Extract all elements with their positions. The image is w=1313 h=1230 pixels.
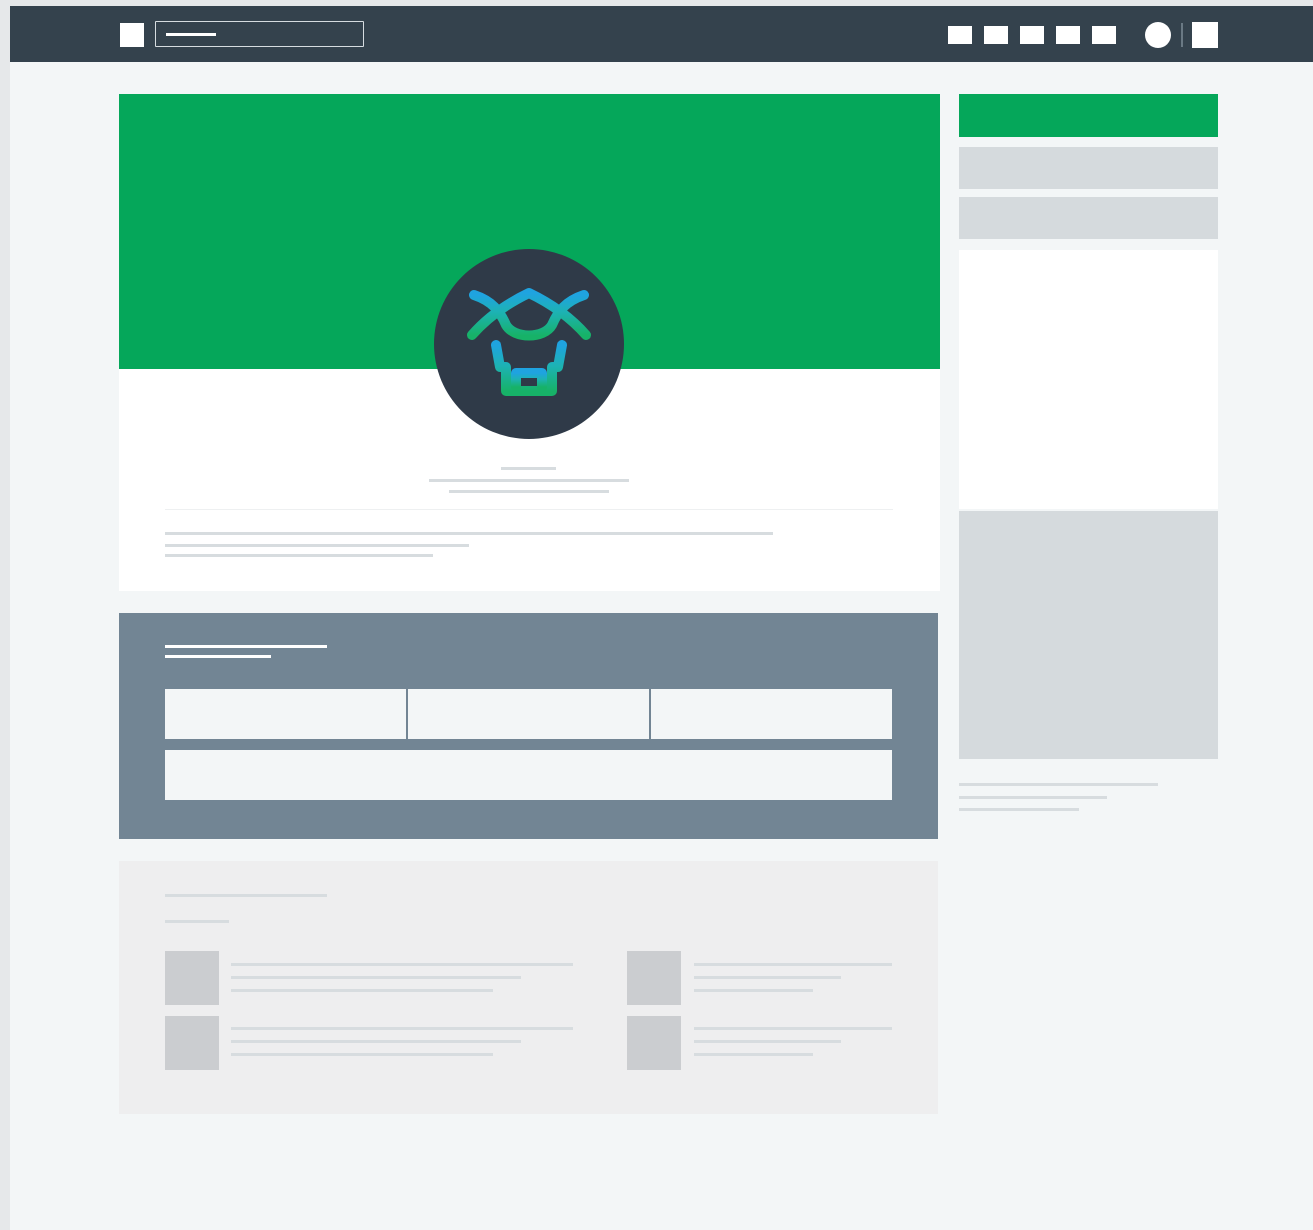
- profile-divider: [165, 509, 893, 510]
- list-item-line: [231, 1027, 573, 1030]
- list-item-thumbnail[interactable]: [627, 1016, 681, 1070]
- list-subheading-placeholder: [165, 920, 229, 923]
- nav-icon-5[interactable]: [1092, 26, 1116, 44]
- nav-icon-1[interactable]: [948, 26, 972, 44]
- overview-heading-placeholder: [165, 645, 327, 648]
- follow-button[interactable]: [959, 94, 1218, 137]
- page: [10, 6, 1313, 1230]
- list-item-thumbnail[interactable]: [627, 951, 681, 1005]
- apps-grid-icon[interactable]: [1192, 22, 1218, 48]
- list-item-line: [694, 976, 841, 979]
- list-item-thumbnail[interactable]: [165, 1016, 219, 1070]
- list-item-line: [694, 989, 813, 992]
- nav-icon-3[interactable]: [1020, 26, 1044, 44]
- profile-card: [119, 94, 940, 591]
- list-item-line: [694, 1053, 813, 1056]
- related-list-card: [119, 861, 938, 1114]
- overview-subheading-placeholder: [165, 655, 271, 658]
- search-input[interactable]: [155, 21, 364, 47]
- list-item-line: [231, 963, 573, 966]
- app-logo-icon[interactable]: [120, 23, 144, 47]
- profile-description-line: [165, 532, 773, 535]
- sidebar-action-button[interactable]: [959, 197, 1218, 239]
- nav-icon-4[interactable]: [1056, 26, 1080, 44]
- sidebar-action-button[interactable]: [959, 147, 1218, 189]
- sidebar-text-line: [959, 783, 1158, 786]
- stat-tile[interactable]: [165, 689, 406, 739]
- bull-head-icon: [467, 288, 591, 396]
- sidebar-ad-panel[interactable]: [959, 511, 1218, 759]
- profile-name-placeholder: [501, 467, 556, 470]
- overview-detail-tile[interactable]: [165, 750, 892, 800]
- profile-description-line: [165, 554, 433, 557]
- company-logo-avatar[interactable]: [434, 249, 624, 439]
- list-item-line: [231, 1040, 521, 1043]
- list-item-line: [231, 1053, 493, 1056]
- nav-divider: [1181, 23, 1183, 47]
- top-navigation-bar: [10, 6, 1313, 62]
- sidebar-text-line: [959, 796, 1107, 799]
- profile-avatar-icon[interactable]: [1145, 22, 1171, 48]
- list-heading-placeholder: [165, 894, 327, 897]
- list-item-line: [694, 1027, 892, 1030]
- overview-card: [119, 613, 938, 839]
- nav-icon-2[interactable]: [984, 26, 1008, 44]
- list-item-line: [694, 1040, 841, 1043]
- sidebar-text-line: [959, 808, 1079, 811]
- sidebar-info-panel: [959, 250, 1218, 509]
- profile-tagline-placeholder: [429, 479, 629, 482]
- list-item-line: [231, 989, 493, 992]
- stat-tile[interactable]: [651, 689, 892, 739]
- list-item-line: [694, 963, 892, 966]
- profile-location-placeholder: [449, 490, 609, 493]
- list-item-thumbnail[interactable]: [165, 951, 219, 1005]
- search-placeholder-line: [166, 33, 216, 36]
- list-item-line: [231, 976, 521, 979]
- profile-description-line: [165, 544, 469, 547]
- stat-tile[interactable]: [408, 689, 649, 739]
